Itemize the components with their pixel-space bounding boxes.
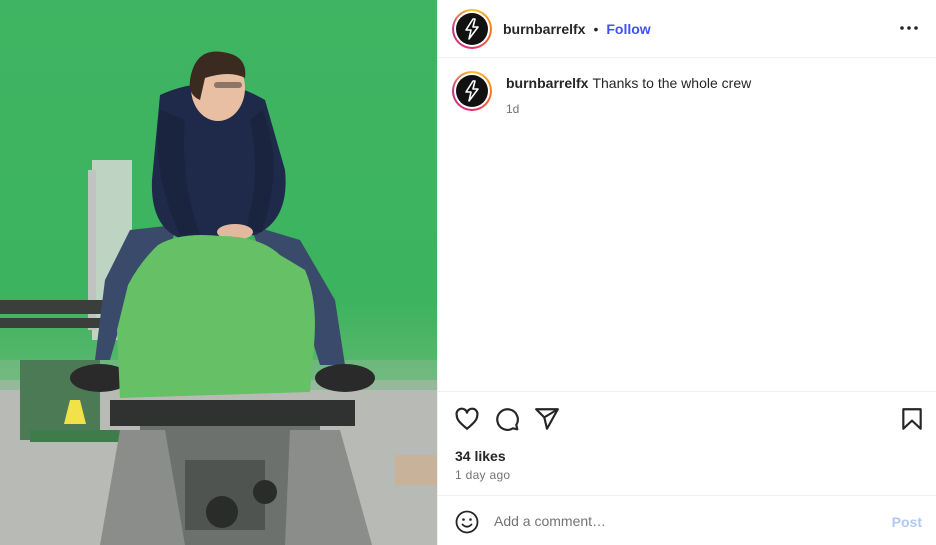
follow-button[interactable]: Follow (606, 21, 650, 37)
caption-text: Thanks to the whole crew (592, 75, 752, 91)
action-bar: 34 likes 1 day ago (438, 391, 936, 495)
post-image[interactable] (0, 0, 437, 545)
caption-time[interactable]: 1d (506, 101, 751, 117)
avatar[interactable] (452, 8, 492, 49)
comment-bar: Post (438, 495, 936, 545)
caption-avatar[interactable] (452, 71, 492, 111)
post-time-ago[interactable]: 1 day ago (455, 468, 510, 482)
caption-body: burnbarrelfx Thanks to the whole crew 1d (506, 75, 751, 117)
header-username[interactable]: burnbarrelfx (503, 21, 585, 37)
post-comment-button[interactable]: Post (892, 514, 922, 530)
caption: burnbarrelfx Thanks to the whole crew 1d (452, 71, 751, 117)
lightning-logo-icon (456, 75, 488, 107)
bookmark-icon[interactable] (899, 406, 925, 432)
caption-username[interactable]: burnbarrelfx (506, 75, 588, 91)
post-image-graphic (0, 51, 437, 545)
comment-icon[interactable] (494, 406, 520, 432)
avatar-ring (454, 73, 490, 109)
lightning-logo-icon (456, 12, 488, 45)
share-icon[interactable] (534, 406, 560, 432)
comment-input[interactable] (494, 508, 874, 534)
post-panel: burnbarrelfx • Follow burnbarrelfx Thanks… (437, 0, 936, 545)
more-horizontal-icon[interactable] (899, 18, 919, 38)
heart-icon[interactable] (454, 406, 480, 432)
post-header: burnbarrelfx • Follow (438, 0, 936, 58)
likes-count[interactable]: 34 likes (455, 448, 506, 464)
separator-dot: • (593, 20, 599, 37)
emoji-icon[interactable] (455, 510, 479, 534)
avatar-ring (454, 10, 490, 47)
